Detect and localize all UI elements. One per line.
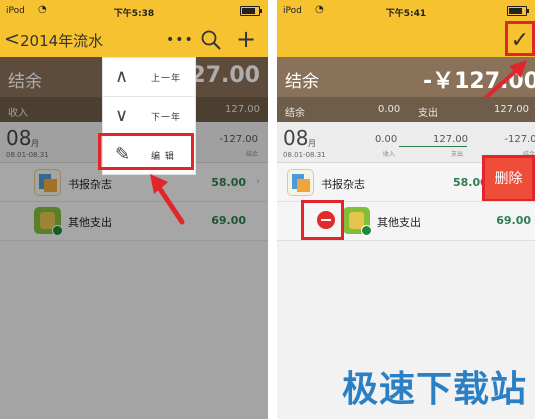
coins-icon	[343, 207, 372, 236]
month-number: 08	[283, 126, 309, 150]
month-expense-sub: 支出	[451, 151, 464, 158]
search-icon[interactable]	[200, 29, 222, 51]
entry-amount: 69.00	[496, 214, 531, 227]
highlight-box-minus	[301, 200, 344, 240]
watermark-text: 极速下载站	[342, 369, 528, 410]
right-screen: iPod ◔ 下午5:41 ✓ 结余 -￥127.00 结余 0.00 支出 1…	[277, 0, 535, 419]
highlight-box-edit	[98, 133, 194, 170]
divider	[277, 240, 535, 241]
month-range: 08.01-08.31	[283, 151, 326, 159]
menu-item-prev-year[interactable]: ∧ 上一年	[103, 58, 195, 96]
menu-item-next-year[interactable]: ∨ 下一年	[103, 97, 195, 135]
month-unit: 月	[308, 139, 316, 148]
month-balance: -127.00	[504, 134, 535, 145]
battery-icon	[507, 6, 529, 16]
progress-line	[399, 146, 467, 147]
month-income: 0.00	[375, 134, 398, 145]
income-value: 0.00	[378, 104, 401, 115]
income-label: 结余	[285, 108, 305, 119]
highlight-box-done	[505, 21, 535, 56]
balance-label: 结余	[285, 72, 319, 92]
status-bar: iPod ◔ 下午5:38	[0, 0, 268, 22]
page-title: 2014年流水	[20, 32, 104, 50]
entry-name: 其他支出	[377, 216, 421, 229]
menu-item-label: 下一年	[151, 113, 182, 123]
chevron-up-icon: ∧	[115, 66, 129, 87]
nav-bar: < 2014年流水 ••• +	[0, 22, 268, 57]
status-time: 下午5:38	[113, 9, 155, 19]
expense-value: 127.00	[494, 104, 529, 115]
highlight-box-delete	[482, 155, 535, 202]
add-button[interactable]: +	[236, 27, 256, 51]
battery-icon	[240, 6, 262, 16]
more-button[interactable]: •••	[166, 32, 194, 48]
expense-label: 支出	[418, 108, 438, 119]
status-time: 下午5:41	[385, 9, 427, 19]
nav-bar: ✓	[277, 22, 535, 57]
back-button[interactable]: <	[4, 28, 20, 50]
menu-item-label: 上一年	[151, 74, 182, 84]
income-bar: 结余 0.00 支出 127.00	[277, 97, 535, 122]
divider-gap	[268, 0, 277, 419]
left-screen: iPod ◔ 下午5:38 < 2014年流水 ••• + 结余 127.00 …	[0, 0, 268, 419]
newspaper-icon	[287, 169, 314, 196]
month-income-sub: 收入	[383, 151, 396, 158]
chevron-down-icon: ∨	[115, 105, 129, 126]
status-bar: iPod ◔ 下午5:41	[277, 0, 535, 22]
month-expense: 127.00	[433, 134, 468, 145]
entry-name: 书报杂志	[321, 178, 365, 191]
arrow-annotation	[150, 174, 185, 225]
